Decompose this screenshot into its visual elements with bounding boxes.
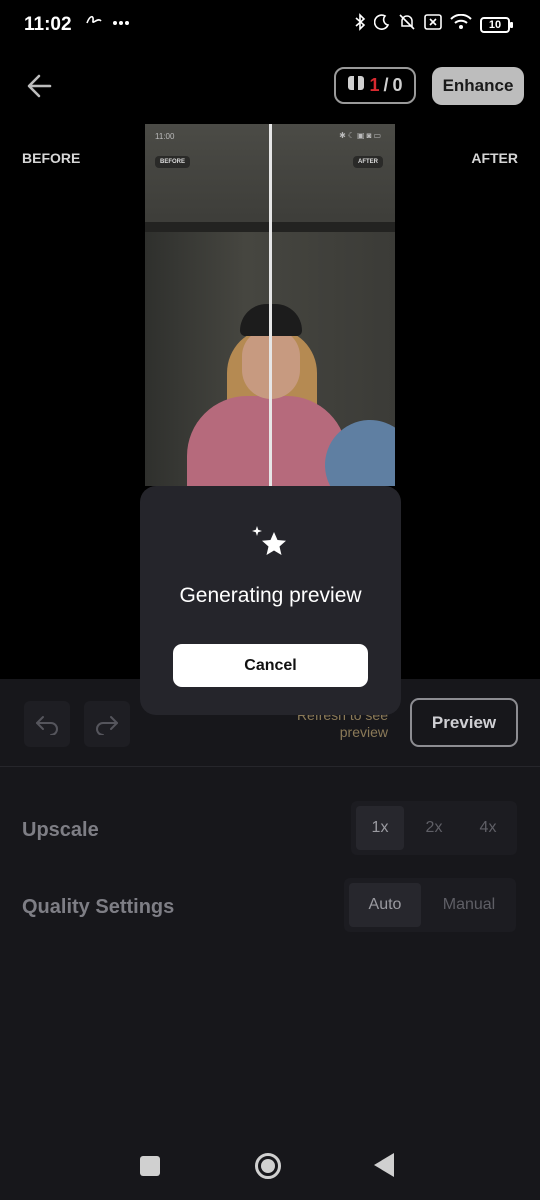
after-label: AFTER — [471, 150, 518, 166]
inner-status-time: 11:00 — [155, 132, 175, 141]
moon-icon — [373, 14, 390, 35]
undo-icon — [36, 716, 58, 735]
redo-button[interactable] — [84, 701, 130, 747]
quality-option-manual[interactable]: Manual — [427, 883, 511, 927]
enhance-button[interactable]: Enhance — [432, 67, 524, 105]
upscale-selector: 1x 2x 4x — [351, 801, 517, 855]
inner-status-icons: ✱☾▣◙▭ — [339, 131, 383, 140]
status-left-icons — [80, 13, 130, 31]
status-bar: 11:02 10 — [0, 0, 540, 52]
quality-option-auto[interactable]: Auto — [349, 883, 421, 927]
bottom-panel: Refresh to see preview Preview Upscale 1… — [0, 679, 540, 1200]
compare-slider-handle[interactable] — [269, 124, 272, 486]
image-person-body — [187, 396, 347, 486]
preview-button[interactable]: Preview — [410, 698, 518, 747]
quality-settings-label: Quality Settings — [22, 896, 175, 918]
credits-used: 1 — [369, 75, 380, 95]
upscale-option-2x[interactable]: 2x — [410, 806, 458, 850]
handwriting-icon — [86, 13, 106, 30]
arrow-left-icon — [27, 74, 52, 98]
credits-total: 0 — [392, 75, 403, 95]
sparkle-star-icon — [248, 524, 292, 564]
nav-home-button[interactable] — [255, 1153, 281, 1179]
upscale-option-1x[interactable]: 1x — [356, 806, 404, 850]
quality-selector: Auto Manual — [344, 878, 516, 932]
battery-indicator: 10 — [480, 16, 513, 33]
inner-before-tag: BEFORE — [155, 156, 191, 168]
more-dots-icon — [112, 13, 130, 30]
muted-bell-icon — [398, 13, 416, 36]
generating-preview-dialog: Generating preview Cancel — [140, 486, 401, 715]
upscale-label: Upscale — [22, 819, 99, 841]
credits-separator: / — [383, 75, 389, 95]
nav-recents-button[interactable] — [140, 1156, 160, 1176]
status-right-icons: 10 — [354, 13, 513, 36]
status-time: 11:02 — [24, 14, 72, 35]
credits-icon — [347, 74, 365, 97]
bluetooth-icon — [354, 13, 366, 36]
upscale-option-4x[interactable]: 4x — [464, 806, 512, 850]
credits-counter[interactable]: 1 / 0 — [334, 67, 416, 104]
redo-icon — [96, 716, 118, 735]
dialog-title: Generating preview — [179, 584, 362, 607]
no-sim-icon — [424, 14, 442, 35]
cancel-button[interactable]: Cancel — [173, 644, 368, 687]
inner-after-tag: AFTER — [353, 156, 383, 168]
wifi-icon — [450, 13, 472, 35]
nav-back-button[interactable] — [374, 1153, 394, 1177]
back-button[interactable] — [22, 68, 58, 104]
undo-button[interactable] — [24, 701, 70, 747]
before-label: BEFORE — [22, 150, 81, 166]
compare-image[interactable]: 11:00 ✱☾▣◙▭ BEFORE AFTER — [145, 124, 395, 486]
